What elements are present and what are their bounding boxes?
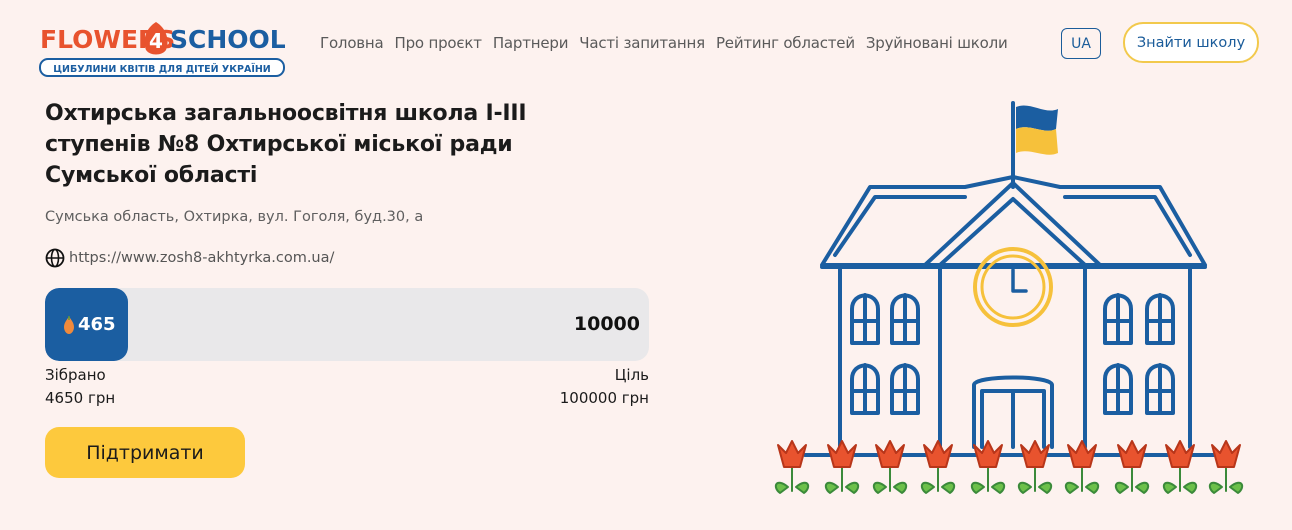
nav-about[interactable]: Про проєкт: [395, 34, 482, 52]
logo-subtitle: ЦИБУЛИНИ КВІТІВ ДЛЯ ДІТЕЙ УКРАЇНИ: [53, 63, 271, 75]
main-nav: Головна Про проєкт Партнери Часті запита…: [320, 34, 1019, 52]
nav-home[interactable]: Головна: [320, 34, 384, 52]
tulip-icon: [920, 440, 956, 494]
goal-label: Ціль: [614, 366, 649, 384]
tulip-icon: [970, 440, 1006, 494]
svg-text:4: 4: [149, 29, 163, 53]
bulb-icon: [64, 315, 74, 334]
tulip-icon: [1017, 440, 1053, 494]
nav-partners[interactable]: Партнери: [493, 34, 569, 52]
progress-bar: 465 10000: [45, 288, 649, 361]
progress-fill: 465: [45, 288, 128, 361]
goal-amount: 100000 грн: [559, 389, 649, 407]
globe-icon: [45, 248, 65, 268]
school-address: Сумська область, Охтирка, вул. Гоголя, б…: [45, 209, 424, 225]
collected-count: 465: [78, 314, 116, 335]
school-title: Охтирська загальноосвітня школа І-ІІІ ст…: [45, 101, 527, 188]
tulip-icon: [1162, 440, 1198, 494]
collected-label: Зібрано: [45, 366, 106, 384]
school-illustration: [760, 95, 1260, 500]
tulip-icon: [1064, 440, 1100, 494]
tulip-icon: [824, 440, 860, 494]
support-button[interactable]: Підтримати: [45, 427, 245, 478]
find-school-button[interactable]: Знайти школу: [1123, 22, 1259, 63]
tulip-icon: [774, 440, 810, 494]
website-link[interactable]: https://www.zosh8-akhtyrka.com.ua/: [69, 250, 334, 266]
goal-count: 10000: [573, 313, 640, 335]
tulip-icon: [1114, 440, 1150, 494]
nav-faq[interactable]: Часті запитання: [579, 34, 705, 52]
svg-text:SCHOOL: SCHOOL: [170, 25, 286, 54]
collected-amount: 4650 грн: [45, 389, 116, 407]
tulip-icon: [872, 440, 908, 494]
language-switch[interactable]: UA: [1061, 28, 1101, 59]
tulip-icon: [1208, 440, 1244, 494]
nav-destroyed-schools[interactable]: Зруйновані школи: [866, 34, 1008, 52]
logo[interactable]: FLOWERS 4 SCHOOL ЦИБУЛИНИ КВІТІВ ДЛЯ ДІТ…: [38, 8, 288, 78]
nav-region-rating[interactable]: Рейтинг областей: [716, 34, 855, 52]
website-row: https://www.zosh8-akhtyrka.com.ua/: [45, 248, 334, 268]
